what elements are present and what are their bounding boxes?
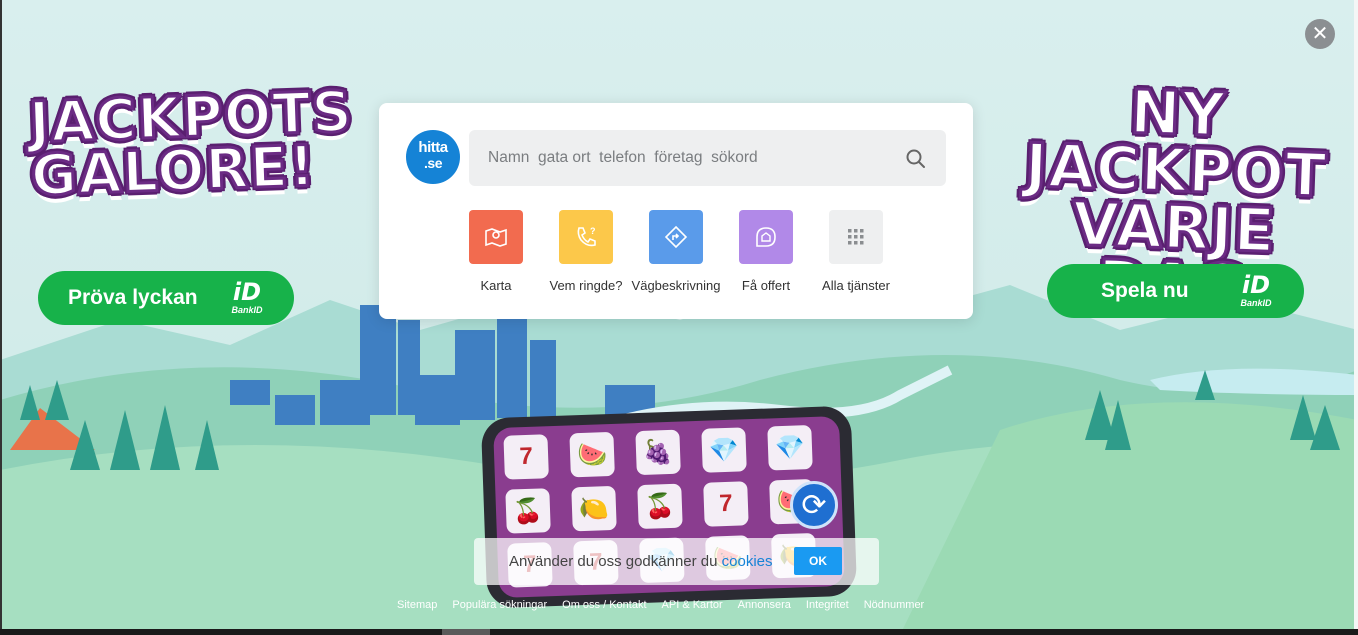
service-all[interactable]: Alla tjänster	[806, 210, 906, 293]
service-directions-label: Vägbeskrivning	[631, 278, 721, 293]
directions-icon	[664, 225, 688, 249]
service-all-tile	[829, 210, 883, 264]
search-icon[interactable]	[905, 148, 927, 170]
cookie-banner: Använder du oss godkänner du cookies OK	[474, 538, 879, 585]
refresh-icon: ⟳	[790, 481, 838, 529]
service-quote-label: Få offert	[741, 278, 791, 293]
close-ad-button[interactable]: ✕	[1305, 19, 1335, 49]
svg-text:?: ?	[590, 226, 596, 236]
bankid-label: BankID	[231, 305, 263, 315]
service-quote-tile	[739, 210, 793, 264]
cookie-text: Använder du oss godkänner du	[509, 553, 718, 570]
play-now-label: Spela nu	[1101, 279, 1189, 302]
bankid-icon: iD	[1241, 271, 1271, 299]
bankid-label: BankID	[1240, 298, 1272, 308]
service-map[interactable]: Karta	[446, 210, 546, 293]
cookie-ok-button[interactable]: OK	[794, 547, 842, 575]
footer-links: Sitemap Populära sökningar Om oss / Kontak…	[397, 599, 939, 613]
service-all-label: Alla tjänster	[822, 278, 890, 293]
slot-symbol: 🍉	[569, 431, 615, 478]
slot-symbol: 🍒	[505, 488, 551, 534]
bottom-strip	[0, 629, 1358, 635]
slot-symbol: 🍒	[637, 483, 683, 530]
footer-link[interactable]: Nödnummer	[864, 599, 925, 613]
bankid-icon: iD	[232, 278, 262, 306]
search-card: hitta .se Karta ? Vem ri	[379, 103, 973, 319]
slot-symbol: 🍇	[635, 429, 681, 476]
footer-link[interactable]: Populära sökningar	[452, 599, 547, 613]
slot-symbol: 💎	[767, 424, 813, 471]
service-directions[interactable]: Vägbeskrivning	[626, 210, 726, 293]
service-who-called-label: Vem ringde?	[549, 278, 623, 293]
cookies-link[interactable]: cookies	[722, 553, 773, 570]
footer-link[interactable]: Om oss / Kontakt	[562, 599, 646, 613]
bankid-logo: iD BankID	[1233, 272, 1279, 312]
close-icon: ✕	[1311, 23, 1329, 45]
slot-symbol: 7	[703, 481, 749, 527]
footer-link[interactable]: Annonsera	[738, 599, 791, 613]
window-edge-left	[0, 0, 2, 629]
logo-text: hitta	[418, 139, 448, 156]
service-who-called[interactable]: ? Vem ringde?	[536, 210, 636, 293]
footer-link[interactable]: Integritet	[806, 599, 849, 613]
phone-question-icon: ?	[577, 226, 596, 247]
grid-icon	[848, 229, 864, 245]
house-chat-icon	[756, 227, 776, 247]
try-luck-button[interactable]: Pröva lyckan iD BankID	[38, 271, 294, 325]
service-directions-tile	[649, 210, 703, 264]
search-input[interactable]	[469, 130, 946, 186]
logo-domain: .se	[424, 155, 442, 171]
cookie-message: Använder du oss godkänner du cookies	[509, 553, 773, 570]
promo-left-headline: JACKPOTS GALORE!	[27, 78, 356, 211]
slot-symbol: 🍋	[571, 485, 617, 532]
play-now-button[interactable]: Spela nu iD BankID	[1047, 264, 1304, 318]
bankid-logo: iD BankID	[224, 279, 270, 319]
service-map-tile	[469, 210, 523, 264]
service-who-called-tile: ?	[559, 210, 613, 264]
promo-left-headline-line2: GALORE!	[28, 133, 318, 211]
promo-right-headline-line1: NY JACKPOT	[1022, 76, 1329, 213]
ad-overlay: ✕ JACKPOTS GALORE! Pröva lyckan iD BankI…	[0, 0, 1358, 635]
slot-symbol: 7	[503, 434, 549, 480]
hitta-logo[interactable]: hitta .se	[406, 130, 460, 184]
slot-symbol: 💎	[701, 427, 747, 473]
service-map-label: Karta	[480, 278, 512, 293]
footer-link[interactable]: Sitemap	[397, 599, 437, 613]
footer-link[interactable]: API & Kartor	[662, 599, 723, 613]
service-quote[interactable]: Få offert	[716, 210, 816, 293]
scrollbar-thumb[interactable]	[442, 629, 490, 635]
map-icon	[485, 228, 507, 247]
window-edge-right	[1354, 0, 1358, 629]
try-luck-label: Pröva lyckan	[68, 286, 198, 309]
